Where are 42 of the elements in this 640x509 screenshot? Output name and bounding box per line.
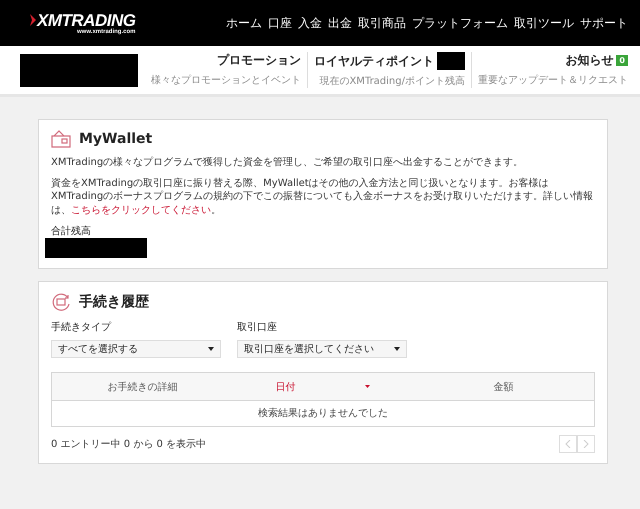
entries-info: 0 エントリー中 0 から 0 を表示中 bbox=[51, 438, 206, 451]
nav-link[interactable]: 入金 bbox=[298, 14, 322, 32]
section-subtitle: 様々なプロモーションとイベント bbox=[151, 74, 301, 87]
chevron-left-icon bbox=[565, 440, 571, 448]
section-subtitle: 現在のXMTrading/ポイント残高 bbox=[319, 74, 465, 88]
filter-label: 手続きタイプ bbox=[51, 320, 112, 334]
count-badge: 0 bbox=[616, 55, 628, 66]
column-header[interactable]: お手続きの詳細 bbox=[52, 380, 233, 394]
section-subtitle: 重要なアップデート＆リクエスト bbox=[478, 74, 628, 87]
nav-link[interactable]: 口座 bbox=[268, 14, 292, 32]
intro-text: XMTradingの様々なプログラムで獲得した資金を管理し、ご希望の取引口座へ出金することができます。 bbox=[51, 156, 524, 170]
details-link[interactable]: こちらをクリックしてください bbox=[71, 204, 211, 216]
logo[interactable]: XMTRADING bbox=[37, 12, 136, 28]
next-page-button[interactable] bbox=[577, 435, 595, 453]
caret-icon bbox=[208, 347, 214, 351]
empty-message: 検索結果はありませんでした bbox=[257, 406, 389, 421]
dropdown[interactable]: 取引口座を選択してください bbox=[237, 340, 407, 358]
nav-link[interactable]: プラットフォーム bbox=[412, 14, 508, 32]
card-title: MyWallet bbox=[79, 131, 152, 147]
section-title[interactable]: プロモーション bbox=[217, 52, 301, 69]
wallet-icon bbox=[51, 130, 71, 148]
caret-icon bbox=[394, 347, 400, 351]
nav-link[interactable]: 取引商品 bbox=[358, 14, 406, 32]
redacted-block bbox=[437, 52, 465, 70]
chevron-right-icon bbox=[583, 440, 589, 448]
section-title[interactable]: ロイヤルティポイント bbox=[314, 52, 434, 70]
column-header[interactable]: 日付 bbox=[232, 380, 414, 394]
section-title[interactable]: お知らせ bbox=[565, 52, 614, 69]
filter-label: 取引口座 bbox=[237, 320, 278, 334]
note-text: 資金をXMTradingの取引口座に振り替える際、MyWalletはその他の入金方法と同じ扱いとなります。お客様はXMTradingのボーナスプログラムの規約の下でこの振替についても入金ボーナスをお受け取りいただけます。詳しい情報は、こちらをクリックしてください。 bbox=[51, 176, 594, 217]
nav-link[interactable]: ホーム bbox=[226, 14, 262, 32]
card-title: 手続き履歴 bbox=[79, 293, 149, 311]
previous-page-button[interactable] bbox=[559, 435, 577, 453]
column-header[interactable]: 金額 bbox=[413, 380, 594, 394]
history-icon bbox=[51, 292, 71, 312]
nav-link[interactable]: 出金 bbox=[328, 14, 352, 32]
balance-label: 合計残高 bbox=[51, 224, 92, 238]
nav-link[interactable]: 取引ツール bbox=[514, 14, 574, 32]
logo-mark-icon bbox=[30, 14, 36, 26]
dropdown[interactable]: すべてを選択する bbox=[51, 340, 221, 358]
nav-link[interactable]: サポート bbox=[580, 14, 628, 32]
sort-icon bbox=[365, 385, 370, 388]
